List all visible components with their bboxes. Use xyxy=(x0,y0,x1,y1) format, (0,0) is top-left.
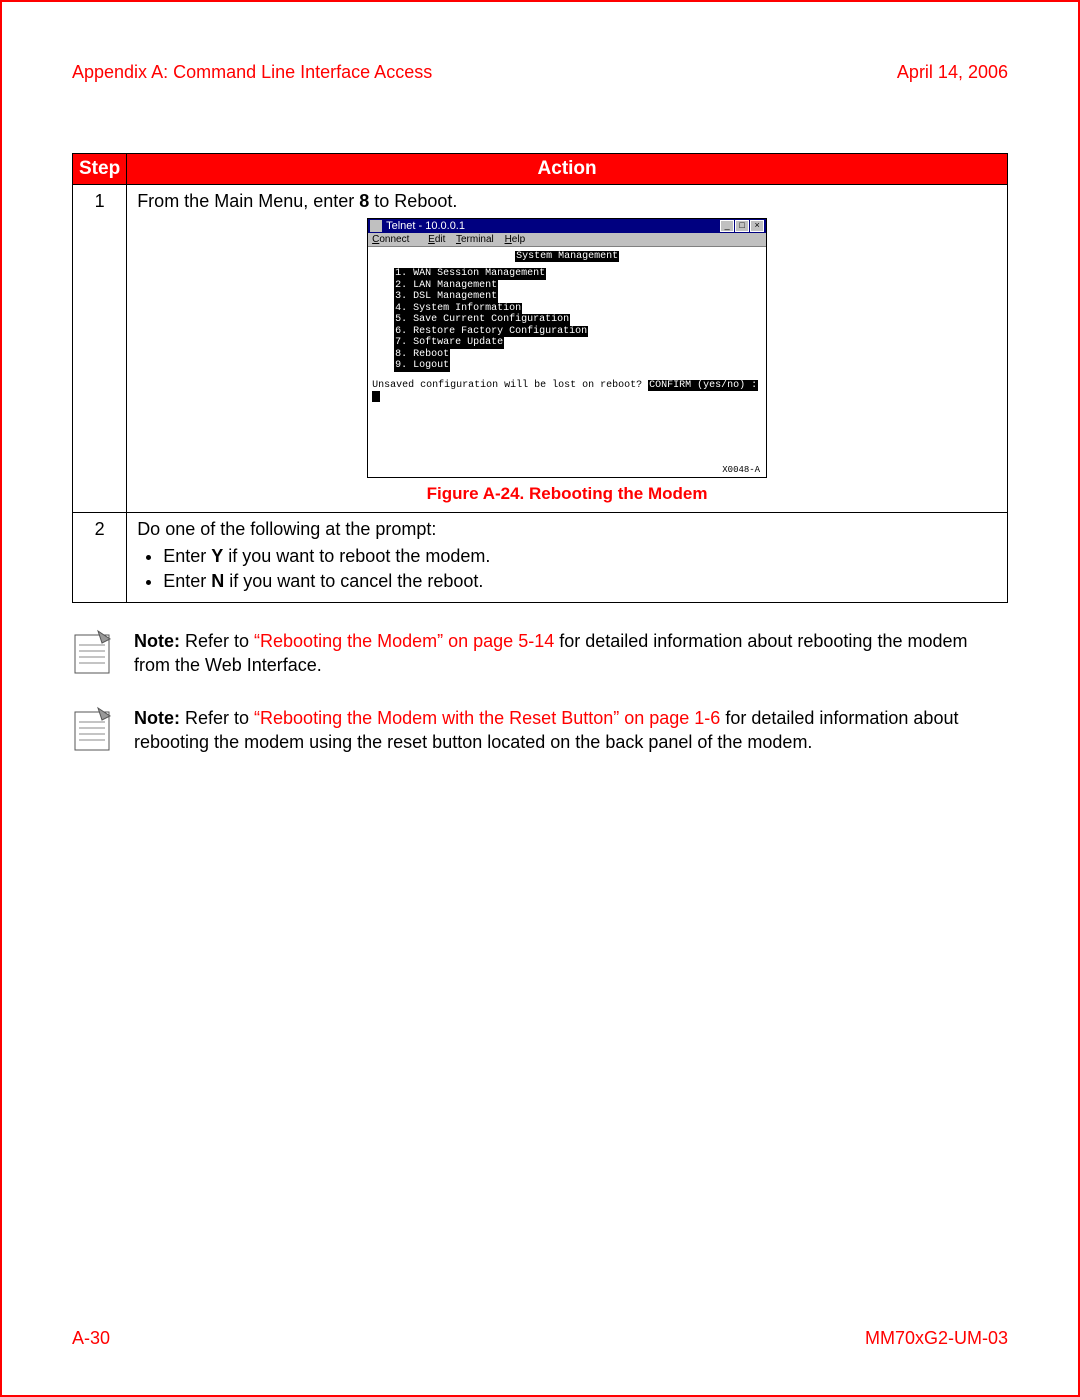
window-buttons: _ □ × xyxy=(720,220,764,232)
telnet-body: System Management 1. WAN Session Managem… xyxy=(368,247,766,477)
col-action: Action xyxy=(127,154,1008,185)
key-bold: 8 xyxy=(359,191,369,211)
menu-item: 9. Logout xyxy=(394,360,450,372)
cursor-block xyxy=(372,391,380,402)
menu-item: 1. WAN Session Management xyxy=(394,268,546,280)
cross-reference-link[interactable]: “Rebooting the Modem” on page 5-14 xyxy=(254,631,554,651)
note-label: Note: xyxy=(134,631,185,651)
col-step: Step xyxy=(73,154,127,185)
text: Refer to xyxy=(185,708,254,728)
telnet-menubar: Connect Edit Terminal Help xyxy=(368,233,766,247)
menu-terminal: Terminal xyxy=(456,234,494,245)
key-bold: N xyxy=(211,571,224,591)
prompt-inverse: CONFIRM (yes/no) : xyxy=(648,380,758,391)
step-number: 1 xyxy=(73,185,127,513)
action-cell: Do one of the following at the prompt: E… xyxy=(127,513,1008,603)
menu-item: 8. Reboot xyxy=(394,349,450,361)
note-text: Note: Refer to “Rebooting the Modem” on … xyxy=(134,629,1008,678)
telnet-menu-list: 1. WAN Session Management 2. LAN Managem… xyxy=(394,268,762,372)
menu-connect: Connect xyxy=(372,234,417,245)
menu-item: 3. DSL Management xyxy=(394,291,498,303)
list-item: Enter N if you want to cancel the reboot… xyxy=(163,571,997,592)
step1-intro: From the Main Menu, enter 8 to Reboot. xyxy=(137,191,997,212)
text: if you want to reboot the modem. xyxy=(223,546,490,566)
list-item: Enter Y if you want to reboot the modem. xyxy=(163,546,997,567)
step-number: 2 xyxy=(73,513,127,603)
note-block: Note: Refer to “Rebooting the Modem” on … xyxy=(72,629,1008,680)
note-icon xyxy=(72,706,114,757)
menu-edit: Edit xyxy=(428,234,445,245)
text: From the Main Menu, enter xyxy=(137,191,359,211)
menu-item: 2. LAN Management xyxy=(394,280,498,292)
action-cell: From the Main Menu, enter 8 to Reboot. T… xyxy=(127,185,1008,513)
telnet-titlebar: Telnet - 10.0.0.1 _ □ × xyxy=(368,219,766,233)
menu-item: 5. Save Current Configuration xyxy=(394,314,570,326)
confirm-prompt: Unsaved configuration will be lost on re… xyxy=(372,380,762,402)
text: if you want to cancel the reboot. xyxy=(224,571,483,591)
table-row: 1 From the Main Menu, enter 8 to Reboot.… xyxy=(73,185,1008,513)
telnet-footer-code: X0048-A xyxy=(722,465,760,475)
cross-reference-link[interactable]: “Rebooting the Modem with the Reset Butt… xyxy=(254,708,720,728)
note-label: Note: xyxy=(134,708,185,728)
document-page: Appendix A: Command Line Interface Acces… xyxy=(0,0,1080,1397)
step2-bullets: Enter Y if you want to reboot the modem.… xyxy=(163,546,997,592)
menu-item: 4. System Information xyxy=(394,303,522,315)
close-icon: × xyxy=(750,220,764,232)
text: Refer to xyxy=(185,631,254,651)
text: Enter xyxy=(163,571,211,591)
page-footer: A-30 MM70xG2-UM-03 xyxy=(72,1328,1008,1349)
app-icon xyxy=(370,220,382,232)
key-bold: Y xyxy=(211,546,223,566)
text: Enter xyxy=(163,546,211,566)
figure-caption: Figure A-24. Rebooting the Modem xyxy=(137,484,997,504)
step2-intro: Do one of the following at the prompt: xyxy=(137,519,997,540)
footer-doc-id: MM70xG2-UM-03 xyxy=(865,1328,1008,1349)
note-block: Note: Refer to “Rebooting the Modem with… xyxy=(72,706,1008,757)
steps-table: Step Action 1 From the Main Menu, enter … xyxy=(72,153,1008,603)
prompt-text: Unsaved configuration will be lost on re… xyxy=(372,380,648,391)
footer-page-number: A-30 xyxy=(72,1328,110,1349)
header-left: Appendix A: Command Line Interface Acces… xyxy=(72,62,432,83)
header-right: April 14, 2006 xyxy=(897,62,1008,83)
minimize-icon: _ xyxy=(720,220,734,232)
page-header: Appendix A: Command Line Interface Acces… xyxy=(72,62,1008,83)
menu-help: Help xyxy=(505,234,526,245)
note-text: Note: Refer to “Rebooting the Modem with… xyxy=(134,706,1008,755)
text: to Reboot. xyxy=(369,191,457,211)
maximize-icon: □ xyxy=(735,220,749,232)
note-icon xyxy=(72,629,114,680)
menu-item: 6. Restore Factory Configuration xyxy=(394,326,588,338)
menu-item: 7. Software Update xyxy=(394,337,504,349)
telnet-screenshot: Telnet - 10.0.0.1 _ □ × Connect Edit Ter… xyxy=(367,218,767,478)
system-heading: System Management xyxy=(515,251,619,262)
window-title: Telnet - 10.0.0.1 xyxy=(386,220,720,232)
table-row: 2 Do one of the following at the prompt:… xyxy=(73,513,1008,603)
